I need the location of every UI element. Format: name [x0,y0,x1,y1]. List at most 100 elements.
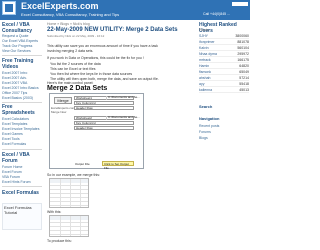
user-points: 57214 [239,76,249,80]
sheet-header [50,216,88,220]
consultancy-item[interactable]: Track Our Progress [2,44,32,48]
training-item[interactable]: Excel 2007 Intro [2,71,27,75]
post-meta: Submitted by Nick on 22 May, 2009 - 16:1… [47,34,105,38]
forum-title: Excel / VBA Forum [2,152,30,164]
forum-item[interactable]: VBA Forum [2,175,20,179]
training-item[interactable]: Excel 2007 Intro Basics [2,86,39,90]
user-name[interactable]: Nhaa dyma [199,52,217,56]
right-sidebar: Highest Ranked Users Points SJHY 3800060… [197,20,250,250]
excel-logo-icon[interactable] [2,1,16,15]
promo-text: Excel Formulas Tutorial [4,205,32,215]
training-title: Free Training Videos [2,58,34,70]
panel-right-cell[interactable]: C:\Documents and Se... [106,96,144,100]
nav-link[interactable]: Forums [199,130,211,134]
user-points: 3800060 [235,34,249,38]
user-name[interactable]: flsmonk [199,70,211,74]
panel-cell[interactable]: Header Row [74,106,134,110]
spreadsheets-title: Free Spreadsheets [2,104,35,116]
consultancy-item[interactable]: View Our Services [2,49,31,53]
divider [2,102,42,103]
intro-line-2: involving merging 2 data sets. [47,49,94,53]
merge-control-panel: Merge ExcelExperts.com Merge Now Workshe… [49,93,144,170]
consultancy-item[interactable]: Our Excel VBA Experts [2,39,38,43]
output-file-button[interactable]: Click to Set Output File [102,161,134,170]
bullet-item: This can be Excel or text files [50,67,96,71]
user-row[interactable]: kailenna 45013 [199,88,249,93]
spreadsheets-item[interactable]: Excel Formulas [2,142,26,146]
user-row[interactable]: ifonprimer 881078 [199,40,249,45]
user-row[interactable]: Hamin 64820 [199,64,249,69]
user-points: 881078 [237,40,249,44]
user-row[interactable]: ayy 55418 [199,82,249,87]
navigation-title: Navigation [199,116,220,121]
user-points: 65049 [239,70,249,74]
panel-cell[interactable]: Key Column(s) [74,101,134,105]
nav-link[interactable]: Blogs [199,136,208,140]
merge-now-link[interactable]: Merge Now [51,110,66,114]
points-header: Points [199,28,209,32]
divider [2,149,42,150]
caption-1: So in our example, we merge this: [47,173,100,177]
user-points: 45013 [239,88,249,92]
contact-text: Call +44(0)845 ... [203,12,230,16]
spreadsheets-item[interactable]: Excel Templates [2,122,27,126]
spreadsheets-item[interactable]: Excel Tools [2,137,20,141]
spreadsheets-item[interactable]: Excel Calculators [2,117,29,121]
panel-right-cell[interactable]: C:\Documents and Se... [106,116,144,120]
page-title: 22-May-2009 NEW UTILITY: Merge 2 Data Se… [47,27,178,33]
training-item[interactable]: Office 2007 Tips [2,91,27,95]
user-row[interactable]: SJHY 3800060 [199,34,249,39]
training-item[interactable]: Excel 2007 VBA [2,81,27,85]
breadcrumb[interactable]: Home » Blogs » Nick's blog [47,22,90,26]
user-row[interactable]: mrtrack 166175 [199,58,249,63]
example-sheet-2 [49,215,89,237]
consultancy-item[interactable]: Request a Quote [2,34,28,38]
divider [2,186,42,187]
nav-link[interactable]: Recent posts [199,124,219,128]
user-points: 560104 [237,46,249,50]
user-name[interactable]: Kalvin [199,46,209,50]
header-search-input[interactable] [232,2,248,6]
formulas-promo[interactable]: Excel Formulas Tutorial [2,203,42,230]
output-label: Output File [75,162,90,166]
user-points: 166175 [237,58,249,62]
caption-3: To produce this: [47,239,72,243]
user-points: 295972 [237,52,249,56]
panel-cell[interactable]: Key Column(s) [74,121,134,125]
section-heading: Merge 2 Data Sets [47,85,108,92]
intro-line-3: If you work in Data or Operations, this … [47,56,144,60]
bullet-item: You then list where the keys lie in thos… [50,72,133,76]
spreadsheets-item[interactable]: Excel Games [2,132,23,136]
forum-item[interactable]: Forum Home [2,165,22,169]
panel-cell[interactable]: Header Row [74,126,134,130]
main-content: Home » Blogs » Nick's blog 22-May-2009 N… [47,20,196,250]
forum-item[interactable]: Excel Hints Forum [2,180,31,184]
user-name[interactable]: kailenna [199,88,212,92]
user-name[interactable]: ayy [199,82,204,86]
bullet-item: You list the 2 sources of the data [50,62,101,66]
training-item[interactable]: Excel 2007 Adv. [2,76,27,80]
user-row[interactable]: flsmonk 65049 [199,70,249,75]
formulas-title: Excel Formulas [2,190,39,196]
intro-line-1: This utility can save you an enormous am… [47,44,158,48]
user-row[interactable]: ahshah 57214 [199,76,249,81]
user-points: 64820 [239,64,249,68]
user-name[interactable]: ahshah [199,76,210,80]
example-sheet-1 [49,178,89,208]
user-row[interactable]: Nhaa dyma 295972 [199,52,249,57]
user-name[interactable]: mrtrack [199,58,211,62]
site-header: ExcelExperts.com Excel Consultancy, VBA … [0,0,250,20]
merge-button[interactable]: Merge [54,97,72,104]
user-name[interactable]: Hamin [199,64,209,68]
user-name[interactable]: ifonprimer [199,40,215,44]
sheet-header [50,179,88,183]
site-tagline: Excel Consultancy, VBA Consultancy, Trai… [21,12,120,17]
user-name[interactable]: SJHY [199,34,208,38]
forum-item[interactable]: Excel Forum [2,170,22,174]
site-brand[interactable]: ExcelExperts.com [21,1,99,11]
training-item[interactable]: Excel Basics (2003) [2,96,33,100]
divider [2,55,42,56]
spreadsheets-item[interactable]: Excel Invoice Templates [2,127,39,131]
user-row[interactable]: Kalvin 560104 [199,46,249,51]
consultancy-title: Excel / VBA Consultancy [2,22,33,34]
